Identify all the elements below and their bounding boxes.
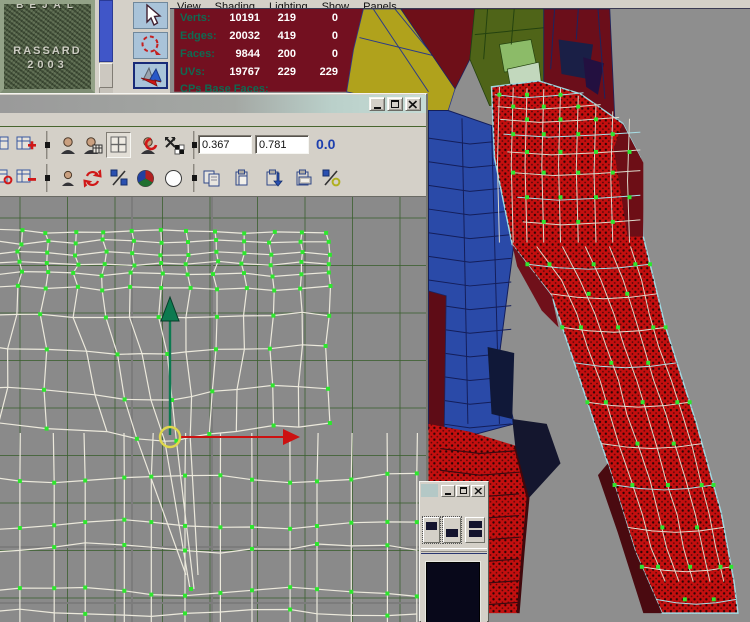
- paste-arrow-button[interactable]: [261, 165, 286, 191]
- rgb-circle-icon: [136, 169, 155, 188]
- face-small-icon: [60, 169, 76, 187]
- minimize-icon: [374, 107, 381, 109]
- toolbar-separator[interactable]: [46, 131, 48, 159]
- uv-mesh-canvas[interactable]: [0, 196, 426, 622]
- white-circle-icon: [164, 169, 183, 188]
- minimize-button[interactable]: [369, 97, 385, 111]
- paste-arrow-icon: [264, 169, 284, 188]
- toolbar-separator[interactable]: [193, 164, 195, 192]
- menu-show[interactable]: Show: [322, 1, 350, 9]
- uv-editor-title-bar[interactable]: [0, 95, 426, 113]
- application-screen: View Shading Lighting Show Panels Verts:1019…: [0, 0, 750, 622]
- clipboard-button[interactable]: [291, 165, 316, 191]
- menu-lighting[interactable]: Lighting: [269, 1, 308, 9]
- swatch-button-1[interactable]: [423, 517, 440, 543]
- white-circle-button[interactable]: [161, 165, 186, 191]
- utility-preview-area[interactable]: [426, 562, 480, 622]
- texture-text-top: BEJAL: [4, 0, 91, 11]
- swatch-button-3[interactable]: [465, 517, 485, 543]
- refresh-button[interactable]: [80, 165, 105, 191]
- maximize-icon: [391, 100, 399, 108]
- grid-edge-icon: [0, 136, 12, 154]
- uv-editor-menu-strip: [0, 113, 426, 126]
- grid-circle-icon: [0, 169, 13, 187]
- rgb-circle-button[interactable]: [133, 165, 158, 191]
- select-tool-icon: [134, 3, 167, 28]
- maximize-button[interactable]: [387, 97, 403, 111]
- uv-texture-editor-window: 0.0: [0, 93, 428, 622]
- texture-image-panel: BEJAL RASSARD 2003: [0, 0, 95, 93]
- face-grid-icon: [82, 136, 104, 155]
- refresh-icon: [83, 169, 102, 188]
- hud-row: Verts:10191 2190: [180, 11, 350, 29]
- utility-title-bar[interactable]: [421, 483, 487, 498]
- checker-swap-icon: [164, 136, 186, 155]
- lasso-tool-button[interactable]: [133, 32, 168, 59]
- close-button[interactable]: [405, 97, 421, 111]
- toolbar-separator[interactable]: [46, 164, 48, 192]
- close-icon: [474, 487, 483, 495]
- grid-plus-icon: [16, 136, 36, 154]
- scrollbar-thumb[interactable]: [99, 0, 113, 62]
- toolbar-row-2: [0, 162, 426, 195]
- copy-button[interactable]: [199, 165, 224, 191]
- uv-u-coordinate-field[interactable]: [198, 135, 252, 154]
- uv-v-coordinate-field[interactable]: [255, 135, 309, 154]
- swatch-button-2[interactable]: [443, 517, 461, 543]
- menu-view[interactable]: View: [177, 1, 201, 9]
- face-grid-button[interactable]: [80, 132, 105, 158]
- menu-panels[interactable]: Panels: [363, 1, 397, 9]
- toolbar-separator[interactable]: [193, 131, 195, 159]
- hud-row: Edges:20032 4190: [180, 29, 350, 47]
- grid-minus-icon: [16, 169, 36, 187]
- utility-maximize-button[interactable]: [456, 485, 470, 497]
- paste-icon: [233, 169, 252, 188]
- clipboard-icon: [294, 169, 314, 188]
- texture-text-name: RASSARD: [4, 45, 91, 57]
- checker-swap-button[interactable]: [162, 132, 187, 158]
- face-magnet-button[interactable]: [136, 132, 161, 158]
- texture-text-year: 2003: [4, 59, 91, 71]
- grid-window-button[interactable]: [106, 132, 131, 158]
- utility-divider: [421, 548, 487, 552]
- minimize-icon: [445, 493, 451, 495]
- grid-window-icon: [110, 136, 128, 154]
- paste-button[interactable]: [230, 165, 255, 191]
- scrollbar-button[interactable]: [99, 63, 113, 88]
- percent-grid-button[interactable]: [107, 165, 132, 191]
- utility-close-button[interactable]: [471, 485, 485, 497]
- toolbox: [115, 0, 170, 93]
- copy-icon: [202, 169, 222, 188]
- percent-circle-icon: [322, 169, 342, 187]
- title-strip: [421, 484, 438, 497]
- close-icon: [408, 100, 418, 109]
- hud-row: UVs:19767 229229: [180, 65, 350, 83]
- lasso-tool-icon: [134, 33, 167, 58]
- menu-shading[interactable]: Shading: [215, 1, 255, 9]
- utility-window: [419, 481, 489, 622]
- hud-poly-count: Verts:10191 2190 Edges:20032 4190 Faces:…: [180, 11, 350, 94]
- move-tool-icon: [135, 64, 166, 91]
- uv-mesh-graphic: [0, 197, 426, 622]
- maximize-icon: [460, 487, 467, 494]
- utility-toolbar: [421, 514, 487, 546]
- toolbar-row-1: 0.0: [0, 129, 426, 162]
- face-icon: [59, 136, 77, 155]
- uv-editor-toolbar: 0.0: [0, 126, 426, 196]
- face-small-button[interactable]: [55, 165, 80, 191]
- face-button[interactable]: [55, 132, 80, 158]
- select-tool-button[interactable]: [133, 2, 168, 29]
- utility-content-panel: [421, 553, 487, 622]
- utility-minimize-button[interactable]: [441, 485, 455, 497]
- move-tool-button[interactable]: [133, 62, 168, 89]
- uv-value-label: 0.0: [316, 136, 335, 152]
- viewport-menu-bar: View Shading Lighting Show Panels: [170, 0, 750, 9]
- face-magnet-icon: [139, 136, 159, 155]
- percent-grid-icon: [110, 169, 129, 187]
- percent-circle-button[interactable]: [319, 165, 344, 191]
- grid-plus-button[interactable]: [13, 132, 38, 158]
- vertical-scrollbar[interactable]: [95, 0, 115, 93]
- grid-minus-button[interactable]: [13, 165, 38, 191]
- hud-row: Faces:9844 2000: [180, 47, 350, 65]
